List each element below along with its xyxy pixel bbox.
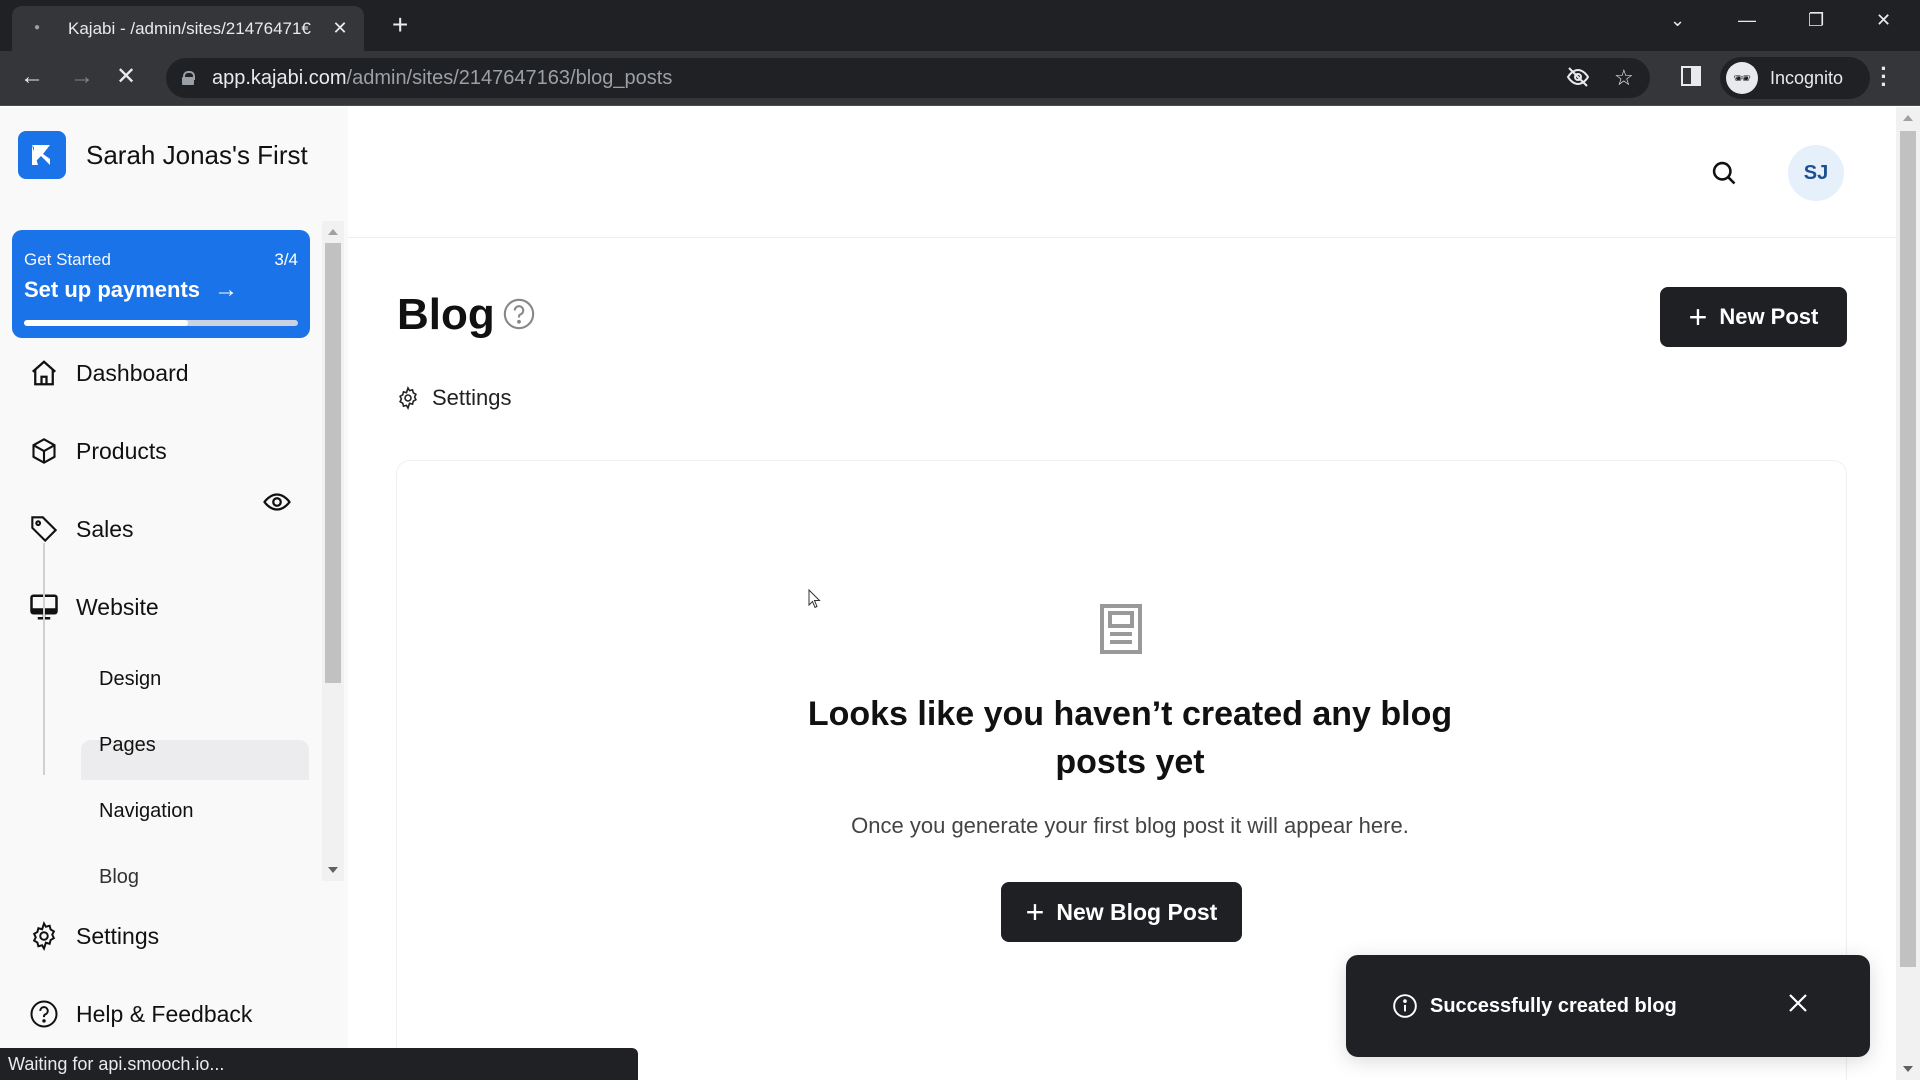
nav-label: Website [76,593,159,620]
settings-label: Settings [432,385,512,410]
search-icon[interactable] [1710,159,1738,192]
user-avatar[interactable]: SJ [1788,145,1844,201]
sidebar-item-dashboard[interactable]: Dashboard [28,357,189,389]
stop-loading-button[interactable]: ✕ [116,65,136,89]
sidebar-item-website[interactable]: Website [28,591,159,623]
sidebar-item-settings[interactable]: Settings [28,920,159,952]
button-label: New Post [1719,304,1819,329]
eye-off-icon[interactable] [1566,65,1590,95]
forward-button[interactable]: → [70,65,94,89]
sidebar-item-products[interactable]: Products [28,435,167,467]
site-brand[interactable]: Sarah Jonas's First [18,131,308,179]
browser-toolbar: ← → ✕ app.kajabi.com/admin/sites/2147647… [0,51,1920,106]
get-started-card[interactable]: Get Started 3/4 Set up payments → [12,230,310,338]
url-text[interactable]: app.kajabi.com/admin/sites/2147647163/bl… [212,67,672,90]
tab-title: Kajabi - /admin/sites/21476471€ [68,18,311,38]
scroll-up-arrow[interactable] [1903,115,1913,121]
cta-label: Set up payments [24,277,201,302]
gear-icon [399,386,417,410]
set-up-payments-link[interactable]: Set up payments → [24,276,238,304]
sidebar-scrollbar[interactable] [322,221,344,881]
scroll-down-arrow[interactable] [1903,1066,1913,1072]
sidebar-item-sales[interactable]: Sales [28,513,134,545]
nav-label: Help & Feedback [76,1000,253,1027]
back-button[interactable]: ← [20,65,44,89]
page-scrollbar[interactable] [1896,107,1920,1080]
sidebar-item-help-feedback[interactable]: Help & Feedback [28,998,252,1030]
page-title: Blog [397,290,495,339]
help-icon[interactable] [502,297,536,336]
nav-label: Products [76,437,167,464]
scroll-up-arrow[interactable] [328,229,338,235]
toast-message: Successfully created blog [1430,994,1677,1017]
browser-menu-icon[interactable]: · · · [1880,58,1888,96]
gear-icon [28,920,60,952]
top-header: SJ [348,107,1896,238]
browser-status-bar: Waiting for api.smooch.io... [0,1048,638,1080]
progress-fill [24,320,189,326]
loading-spinner-icon: ● [34,21,41,33]
blog-settings-link[interactable]: Settings [396,385,512,411]
nav-label: Sales [76,515,134,542]
sidebar-subitem-pages[interactable]: Pages [99,734,156,757]
restore-button[interactable]: ❐ [1808,10,1824,31]
new-tab-button[interactable]: + [392,11,408,39]
nav-label: Dashboard [76,359,189,386]
arrow-right-icon: → [214,276,239,303]
empty-state-title: Looks like you haven’t created any blog … [807,695,1453,781]
home-icon [28,357,60,389]
scroll-down-arrow[interactable] [328,867,338,873]
incognito-profile-button[interactable]: 🕶 Incognito [1720,57,1870,99]
empty-state-description: Once you generate your first blog post i… [851,813,1409,838]
plus-icon: + [1688,299,1708,335]
new-blog-post-button[interactable]: + New Blog Post [1001,882,1242,942]
preview-eye-icon[interactable] [262,487,292,522]
new-post-button[interactable]: + New Post [1660,287,1847,347]
success-toast: Successfully created blog [1346,955,1870,1057]
document-icon [1100,604,1142,659]
sidebar-subitem-navigation[interactable]: Navigation [99,800,194,823]
incognito-label: Incognito [1770,67,1844,88]
mouse-cursor-icon [808,588,822,614]
side-panel-icon[interactable] [1680,65,1702,92]
minimize-button[interactable]: — [1738,10,1756,31]
tab-search-icon[interactable]: ⌄ [1670,10,1685,31]
close-tab-icon[interactable]: ✕ [330,18,350,39]
box-icon [28,435,60,467]
close-toast-icon[interactable] [1786,991,1822,1021]
incognito-icon: 🕶 [1726,62,1758,94]
plus-icon: + [1025,894,1045,930]
progress-bar [24,320,298,326]
get-started-count: 3/4 [274,250,298,269]
site-name: Sarah Jonas's First [86,139,308,170]
kajabi-logo-icon [18,131,66,179]
sidebar-subitem-blog[interactable]: Blog [99,866,139,888]
get-started-label: Get Started [24,250,111,269]
scrollbar-thumb[interactable] [1900,131,1916,967]
lock-icon [182,71,195,85]
nav-label: Settings [76,922,160,949]
info-icon [1393,994,1417,1018]
scrollbar-thumb[interactable] [325,243,341,683]
tag-icon [28,513,60,545]
address-bar[interactable]: app.kajabi.com/admin/sites/2147647163/bl… [166,58,1650,98]
button-label: New Blog Post [1056,898,1218,925]
bookmark-star-icon[interactable]: ☆ [1614,65,1634,91]
close-window-button[interactable]: ✕ [1876,10,1891,31]
help-circle-icon [28,998,60,1030]
browser-tab[interactable]: ● Kajabi - /admin/sites/21476471€ ✕ [12,6,364,51]
browser-tab-strip: ● Kajabi - /admin/sites/21476471€ ✕ + ⌄ … [0,0,1920,51]
sidebar-subitem-design[interactable]: Design [99,668,161,691]
submenu-guide-line [43,543,45,775]
